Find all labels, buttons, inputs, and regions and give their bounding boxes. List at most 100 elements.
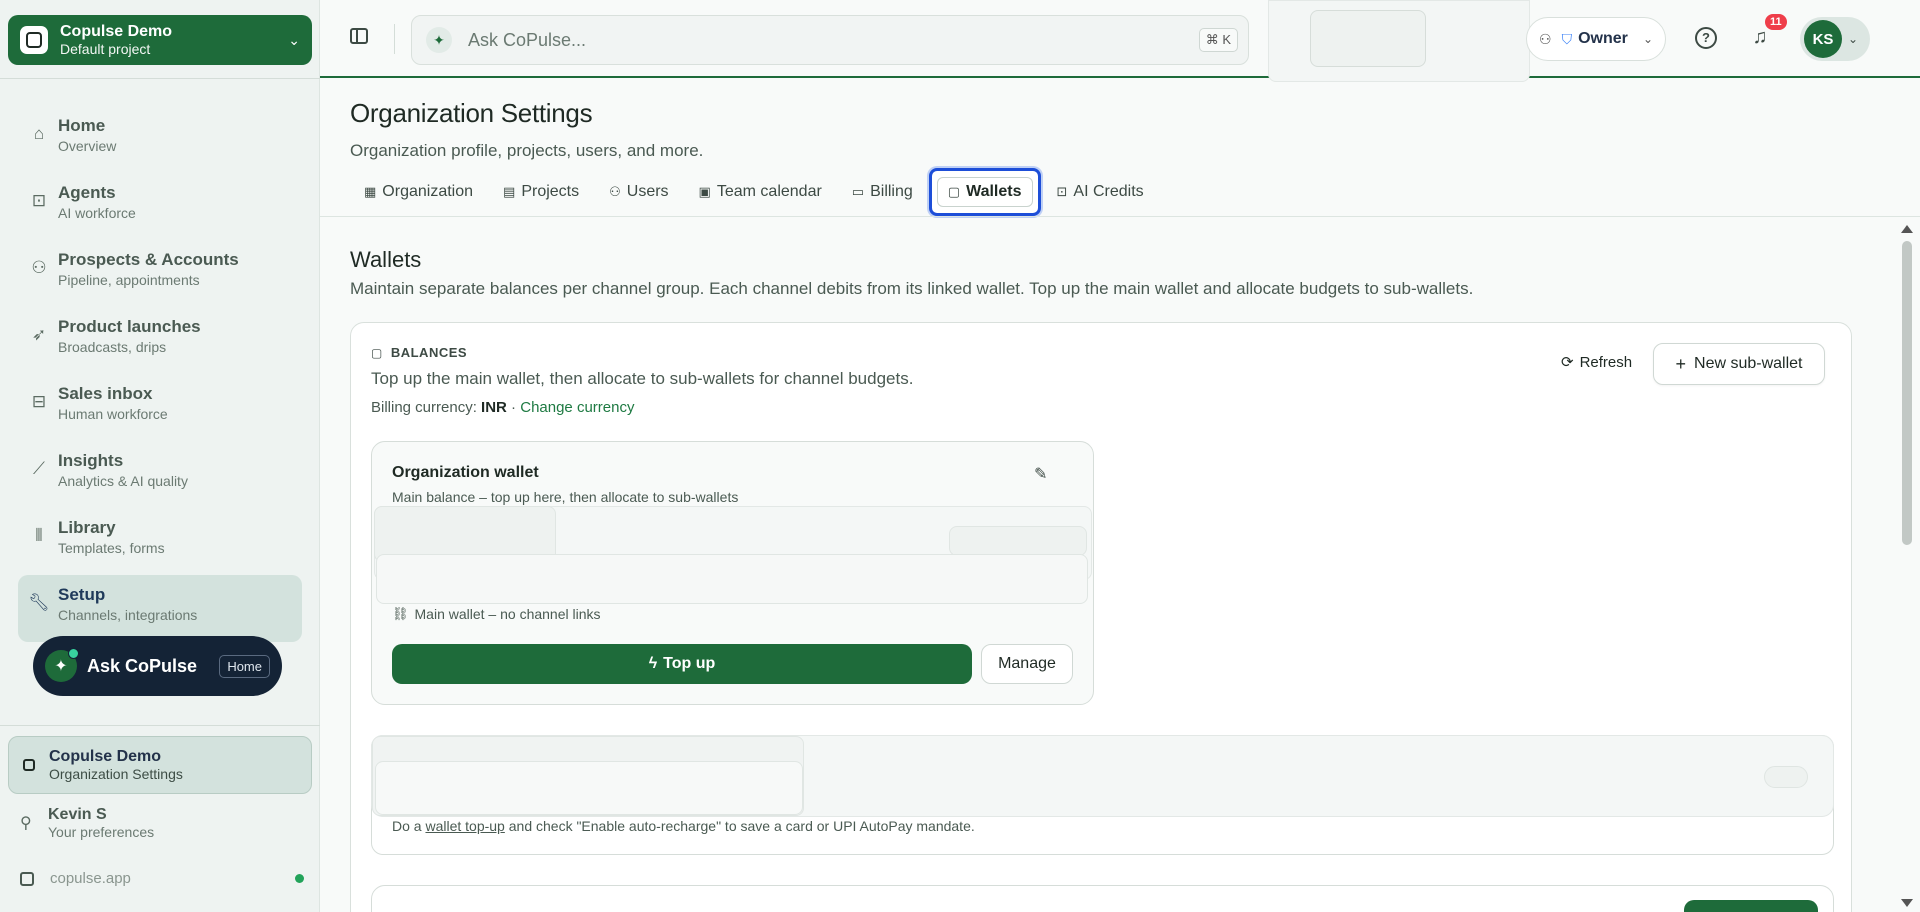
page-title: Organization Settings	[350, 98, 593, 128]
new-sub-wallet-button[interactable]: + New sub-wallet	[1653, 343, 1825, 385]
sidebar: Copulse Demo Default project ⌄ ⌂ Home Ove…	[0, 0, 320, 912]
currency-separator: ·	[506, 399, 521, 416]
edit-icon[interactable]: ✎	[1034, 464, 1047, 484]
wallet-icon: ▢	[947, 184, 961, 199]
org-switcher[interactable]: Copulse Demo Default project ⌄	[8, 15, 312, 65]
tab-label: Users	[626, 183, 669, 200]
current-org-name: Copulse Demo	[49, 748, 162, 765]
panel-icon	[350, 28, 368, 44]
currency-value: INR	[481, 399, 507, 416]
tab-label: Billing	[870, 183, 913, 200]
current-org-item[interactable]: Copulse Demo Organization Settings	[8, 736, 312, 794]
hint-suffix: and check "Enable auto-recharge" to save…	[504, 818, 975, 834]
projects-icon: ▤	[503, 184, 516, 199]
chevron-down-icon: ⌄	[1642, 32, 1653, 46]
app-domain: copulse.app	[50, 870, 131, 887]
top-up-label: Top up	[663, 655, 716, 672]
tab-wallets[interactable]: ▢ Wallets	[928, 168, 1041, 216]
user-preferences-item[interactable]: ⚲ Kevin S Your preferences	[20, 806, 154, 840]
org-switcher-name: Copulse Demo	[60, 23, 173, 40]
refresh-label: Refresh	[1579, 353, 1633, 371]
chevron-down-icon: ⌄	[288, 31, 300, 48]
sidebar-item-sub: Human workforce	[58, 406, 168, 422]
sub-wallet-action-button[interactable]	[1684, 900, 1818, 912]
sidebar-item-agents[interactable]: ⊡ Agents AI workforce	[18, 173, 302, 240]
manage-button[interactable]: Manage	[981, 644, 1073, 684]
org-logo	[20, 26, 48, 54]
sidebar-nav: ⌂ Home Overview ⊡ Agents AI workforce ⚇ Pr…	[18, 106, 302, 642]
tab-projects[interactable]: ▤ Projects	[489, 175, 593, 209]
scroll-down-arrow[interactable]	[1901, 899, 1913, 907]
bell-icon[interactable]: ♫︎ 11	[1748, 14, 1787, 50]
sidebar-item-insights[interactable]: ⟋ Insights Analytics & AI quality	[18, 441, 302, 508]
wrench-icon: 🔧︎	[28, 593, 50, 612]
org-switcher-project: Default project	[60, 41, 151, 57]
ask-copulse-shortcut: Home	[219, 654, 270, 678]
balances-card: ▢ BALANCES Top up the main wallet, then a…	[350, 322, 1852, 912]
library-icon: ⫴	[35, 526, 43, 545]
user-name: Kevin S	[48, 806, 107, 823]
sidebar-item-home[interactable]: ⌂ Home Overview	[18, 106, 302, 173]
loading-skeleton	[376, 554, 1088, 604]
scroll-up-arrow[interactable]	[1901, 225, 1913, 233]
plus-icon: +	[1675, 353, 1687, 374]
wallet-title: Organization wallet	[392, 464, 539, 481]
divider	[394, 24, 395, 54]
org-icon	[23, 759, 35, 771]
top-up-button[interactable]: ϟ Top up	[392, 644, 972, 684]
sparkle-icon: ✦	[45, 648, 79, 682]
rocket-icon: ➶	[31, 325, 47, 344]
change-currency-link[interactable]: Change currency	[520, 399, 634, 416]
sidebar-item-sub: Overview	[58, 138, 117, 154]
role-selector[interactable]: ⚇ ⛉ Owner ⌄	[1526, 17, 1666, 61]
lightning-icon: ϟ	[648, 655, 658, 672]
app-domain-row: copulse.app	[20, 870, 304, 887]
refresh-button[interactable]: ⟳ Refresh	[1561, 353, 1633, 372]
users-icon: ⚇	[31, 258, 47, 277]
scroll-thumb[interactable]	[1902, 241, 1912, 545]
wallet-top-up-link[interactable]: wallet top-up	[425, 818, 504, 834]
account-menu[interactable]: KS ⌄	[1800, 17, 1870, 61]
tab-users[interactable]: ⚇ Users	[595, 175, 682, 209]
tab-billing[interactable]: ▭ Billing	[838, 175, 927, 209]
user-sub: Your preferences	[48, 824, 155, 840]
ask-copulse-label: Ask CoPulse	[87, 655, 198, 676]
search-shortcut: ⌘ K	[1198, 28, 1238, 52]
sidebar-toggle-button[interactable]	[350, 28, 372, 50]
tab-organization[interactable]: ▦ Organization	[350, 175, 487, 209]
tab-ai-credits[interactable]: ⊡ AI Credits	[1043, 175, 1158, 209]
sparkle-icon: ✦	[426, 27, 452, 53]
help-icon[interactable]: ?	[1695, 27, 1717, 49]
wallet-channel-note-text: Main wallet – no channel links	[414, 606, 601, 622]
card-icon: ▭	[851, 184, 865, 199]
sidebar-item-prospects[interactable]: ⚇ Prospects & Accounts Pipeline, appointm…	[18, 240, 302, 307]
notification-badge: 11	[1765, 14, 1787, 30]
sidebar-item-sub: Broadcasts, drips	[58, 339, 167, 355]
section-subtitle: Maintain separate balances per channel g…	[350, 279, 1474, 298]
sidebar-item-label: Home	[58, 116, 106, 135]
home-icon: ⌂	[33, 124, 45, 143]
ask-copulse-button[interactable]: ✦ Ask CoPulse Home	[33, 636, 282, 696]
robot-icon: ⊡	[31, 191, 47, 210]
chevron-down-icon: ⌄	[1848, 32, 1859, 46]
link-icon: ⛓	[392, 606, 409, 621]
wallet-icon: ▢	[371, 345, 383, 360]
auto-recharge-card: Do a wallet top-up and check "Enable aut…	[371, 735, 1834, 855]
tab-label: Organization	[382, 183, 474, 200]
status-dot	[295, 874, 304, 883]
sidebar-item-product-launches[interactable]: ➶ Product launches Broadcasts, drips	[18, 307, 302, 374]
user-switch-icon: ⚇	[1539, 30, 1552, 47]
sidebar-item-label: Insights	[58, 451, 124, 470]
avatar: KS	[1804, 20, 1842, 58]
sidebar-item-library[interactable]: ⫴ Library Templates, forms	[18, 508, 302, 575]
sidebar-item-setup[interactable]: 🔧︎ Setup Channels, integrations	[18, 575, 302, 642]
tab-label: AI Credits	[1073, 183, 1144, 200]
search-input[interactable]: ✦ Ask CoPulse... ⌘ K	[411, 15, 1249, 65]
loading-placeholder	[1310, 10, 1426, 67]
scrollbar[interactable]	[1892, 217, 1920, 912]
new-sub-wallet-label: New sub-wallet	[1694, 355, 1803, 372]
tab-team-calendar[interactable]: ▣ Team calendar	[685, 175, 836, 209]
sidebar-item-sales-inbox[interactable]: ⊟ Sales inbox Human workforce	[18, 374, 302, 441]
page-header: Organization Settings Organization profi…	[350, 98, 703, 161]
wallet-subtitle: Main balance – top up here, then allocat…	[392, 489, 739, 505]
